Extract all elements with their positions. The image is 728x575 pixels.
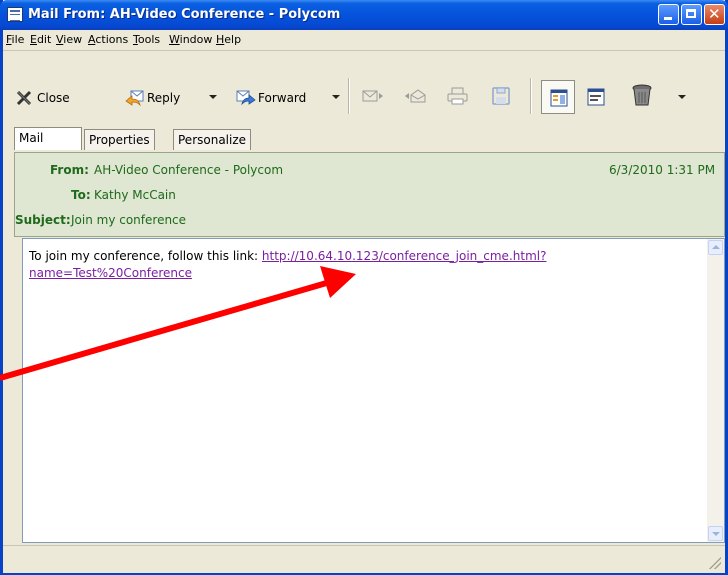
window-title: Mail From: AH-Video Conference - Polycom: [28, 7, 341, 22]
close-label: Close: [37, 91, 70, 105]
title-bar[interactable]: Mail From: AH-Video Conference - Polycom…: [0, 0, 728, 30]
menu-tools[interactable]: Tools: [133, 33, 160, 46]
mail-window-icon: [7, 7, 23, 22]
menu-file[interactable]: File: [6, 33, 24, 46]
window-close-button[interactable]: ✕: [704, 4, 725, 25]
close-icon: [15, 89, 33, 107]
forward-label: Forward: [258, 91, 307, 105]
reply-dropdown-arrow[interactable]: [209, 95, 217, 99]
close-button[interactable]: Close: [15, 88, 70, 108]
menu-edit[interactable]: Edit: [30, 33, 51, 46]
resize-grip[interactable]: [709, 557, 721, 569]
from-label: From:: [50, 163, 89, 177]
menu-bar: File Edit View Actions Tools Window Help: [3, 30, 725, 51]
mail-icon[interactable]: [361, 86, 383, 106]
menu-view[interactable]: View: [56, 33, 82, 46]
minimize-button[interactable]: [658, 4, 679, 25]
toolbar-separator: [348, 78, 350, 114]
preview-view-icon[interactable]: [587, 88, 609, 108]
menu-actions[interactable]: Actions: [88, 33, 128, 46]
message-date: 6/3/2010 1:31 PM: [609, 163, 716, 177]
scroll-up-button[interactable]: [708, 240, 723, 255]
mail-window: Mail From: AH-Video Conference - Polycom…: [0, 0, 728, 575]
reply-label: Reply: [147, 91, 181, 105]
toolbar-separator: [530, 78, 532, 114]
subject-value: Join my conference: [71, 213, 187, 227]
reply-button[interactable]: Reply: [125, 88, 180, 108]
tab-personalize[interactable]: Personalize: [173, 129, 252, 150]
print-icon[interactable]: [446, 86, 468, 106]
to-value: Kathy McCain: [94, 188, 176, 202]
vertical-scrollbar[interactable]: [707, 239, 724, 542]
menu-help[interactable]: Help: [216, 33, 241, 46]
scroll-down-button[interactable]: [708, 526, 723, 541]
message-text: To join my conference, follow this link:…: [29, 248, 704, 282]
message-intro: To join my conference, follow this link:: [29, 249, 262, 263]
layout-view-button[interactable]: [541, 80, 575, 114]
status-bar: [3, 545, 725, 573]
link-line-1: http://10.64.10.123/conference_join_cme.…: [261, 249, 547, 263]
mail-open-icon[interactable]: [403, 86, 426, 106]
maximize-button[interactable]: [681, 4, 702, 25]
message-header: From: AH-Video Conference - Polycom 6/3/…: [14, 152, 725, 237]
message-body[interactable]: To join my conference, follow this link:…: [22, 238, 725, 543]
forward-icon: [236, 89, 256, 107]
link-line-2: name=Test%20Conference: [29, 266, 192, 280]
trash-icon[interactable]: [629, 82, 655, 108]
trash-dropdown-arrow[interactable]: [678, 95, 686, 99]
to-label: To:: [71, 188, 91, 202]
forward-dropdown-arrow[interactable]: [332, 95, 340, 99]
tab-mail[interactable]: Mail: [14, 127, 82, 150]
save-icon[interactable]: [490, 86, 512, 106]
reply-icon: [125, 89, 144, 107]
forward-button[interactable]: Forward: [236, 88, 306, 108]
tab-properties[interactable]: Properties: [84, 129, 155, 150]
subject-label: Subject:: [15, 213, 71, 227]
menu-window[interactable]: Window: [169, 33, 212, 46]
layout-view-icon: [550, 89, 568, 110]
from-value: AH-Video Conference - Polycom: [94, 163, 284, 177]
